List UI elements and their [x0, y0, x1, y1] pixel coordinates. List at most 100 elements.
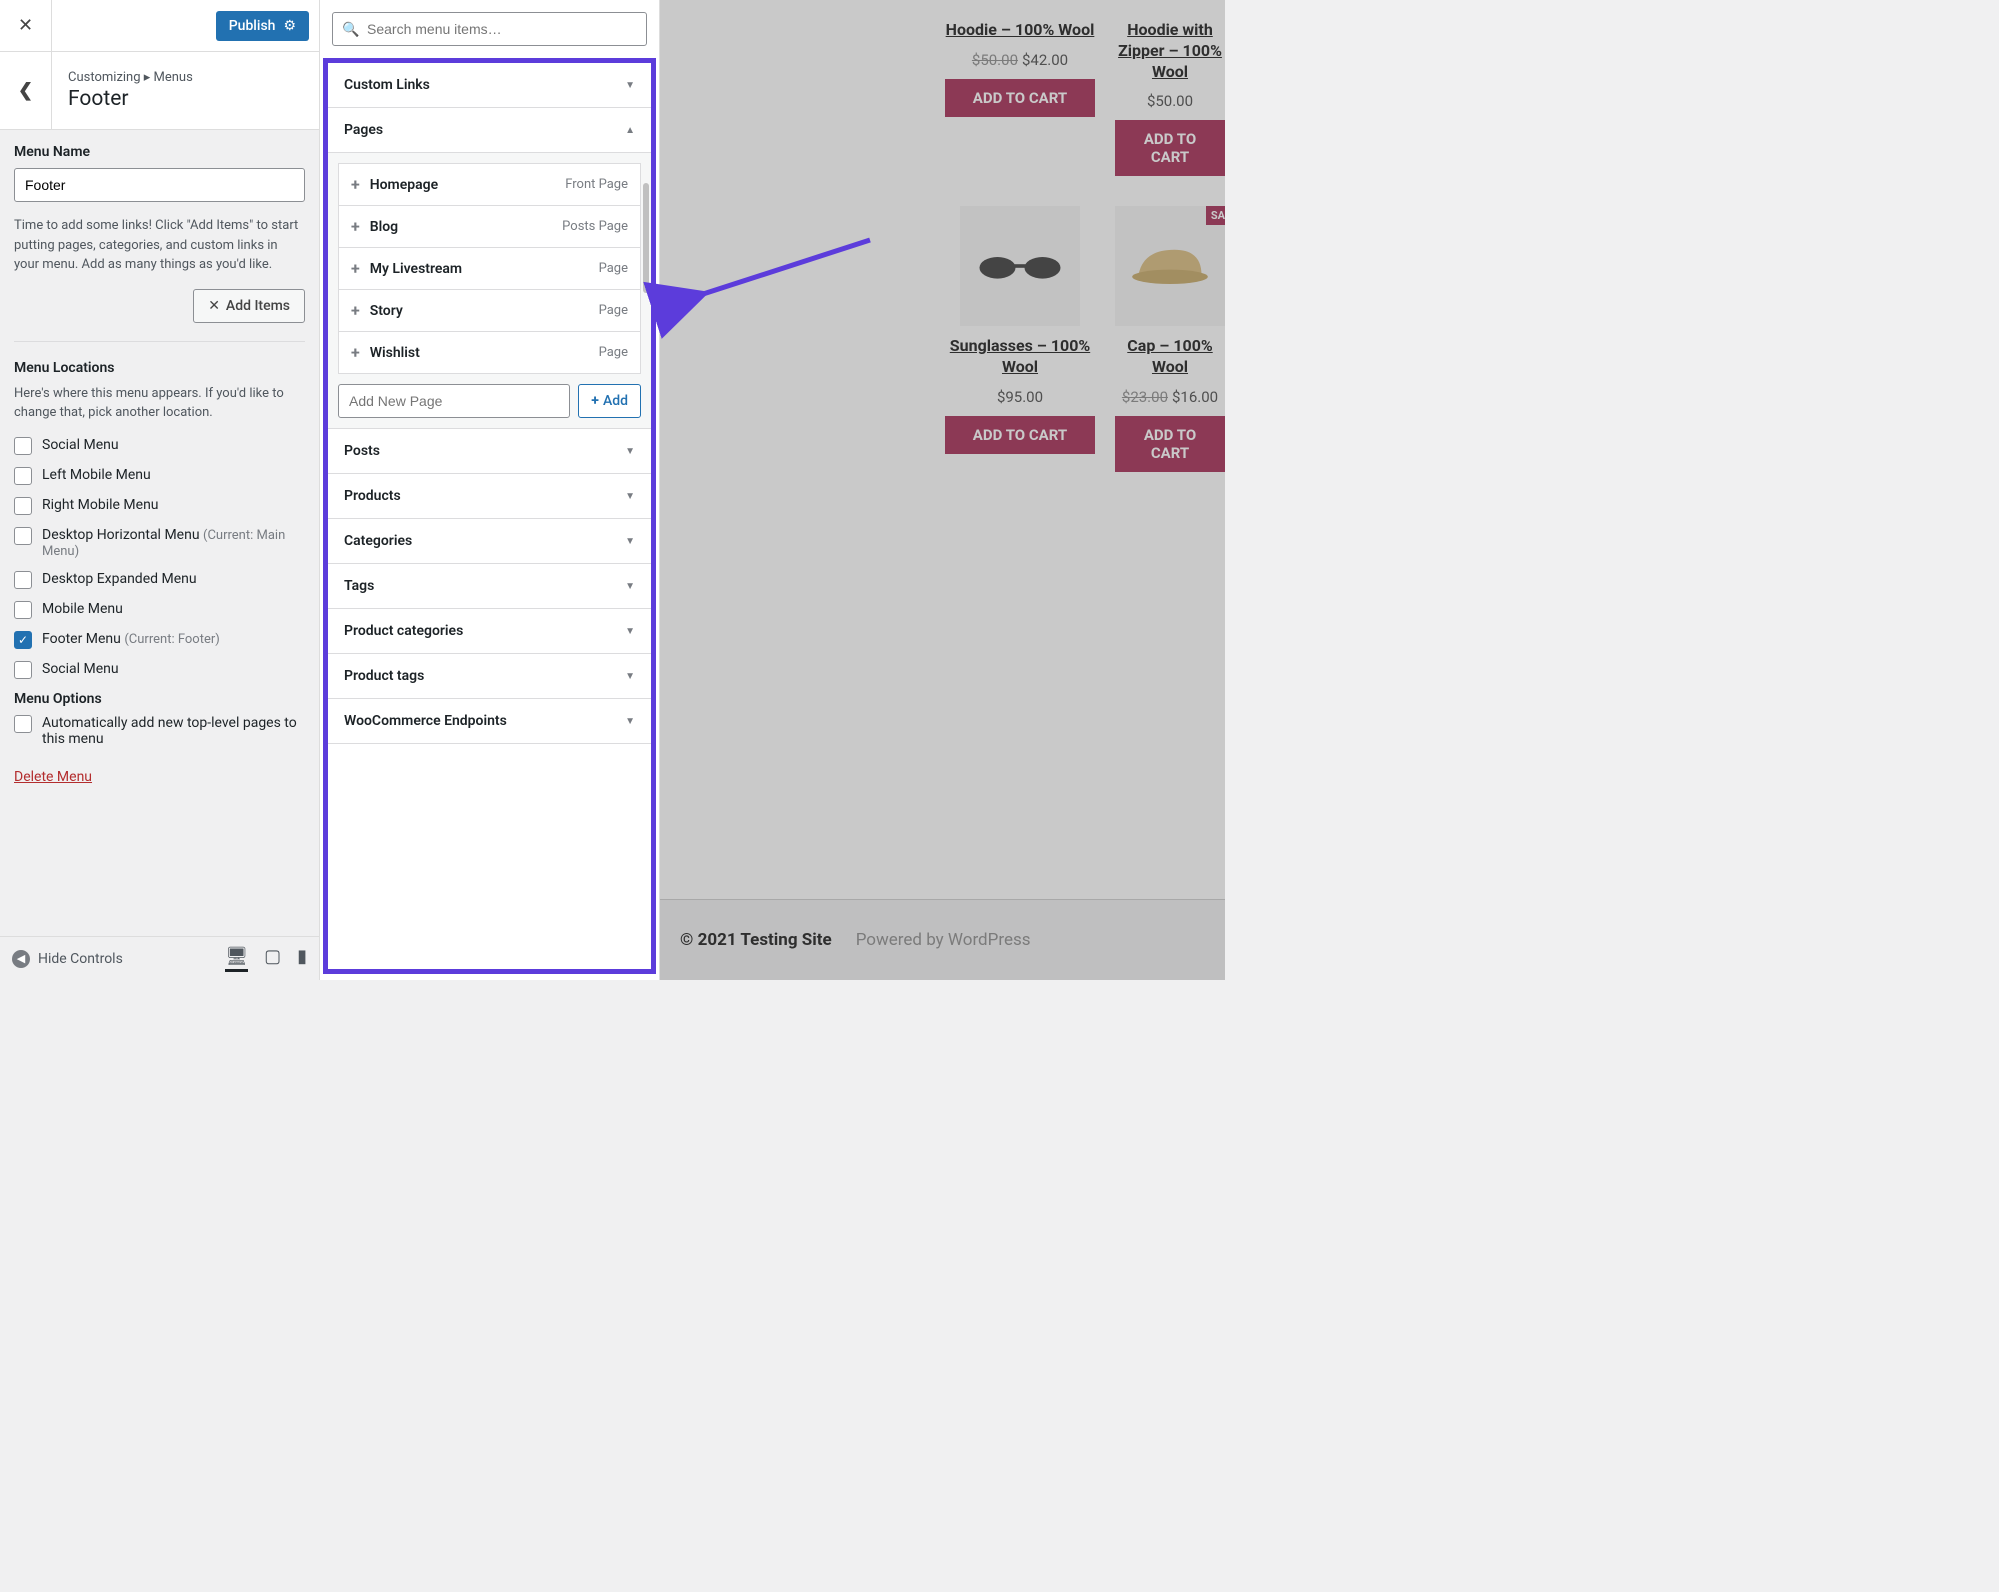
location-checkbox[interactable]: ✓ [14, 631, 32, 649]
location-row[interactable]: Right Mobile Menu [14, 497, 305, 515]
new-page-input[interactable] [338, 384, 570, 418]
location-checkbox[interactable] [14, 467, 32, 485]
add-to-cart-button[interactable]: ADD TO CART [945, 416, 1095, 454]
page-title: Footer [68, 87, 193, 111]
product-price: $50.00 [1147, 92, 1193, 110]
auto-add-row[interactable]: Automatically add new top-level pages to… [14, 715, 305, 747]
location-checkbox[interactable] [14, 527, 32, 545]
location-row[interactable]: Social Menu [14, 437, 305, 455]
menu-locations-desc: Here's where this menu appears. If you'd… [14, 384, 305, 423]
location-row[interactable]: Mobile Menu [14, 601, 305, 619]
plus-icon: + [351, 343, 360, 362]
sidebar-body: Menu Name Time to add some links! Click … [0, 130, 319, 936]
location-checkbox[interactable] [14, 661, 32, 679]
sidebar-header: ✕ Publish ⚙ [0, 0, 319, 52]
page-item-type: Front Page [565, 177, 628, 192]
location-row[interactable]: Social Menu [14, 661, 305, 679]
gear-icon: ⚙ [283, 18, 296, 34]
auto-add-checkbox[interactable] [14, 715, 32, 733]
copyright-text: © 2021 Testing Site [680, 930, 832, 950]
breadcrumb-row: ❮ Customizing ▸ Menus Footer [0, 52, 319, 130]
location-label: Left Mobile Menu [42, 467, 151, 483]
caret-down-icon: ▼ [625, 626, 635, 637]
location-checkbox[interactable] [14, 571, 32, 589]
plus-icon: + [351, 301, 360, 320]
powered-by-text: Powered by WordPress [856, 930, 1031, 950]
sale-badge: SA [1206, 206, 1225, 225]
help-text: Time to add some links! Click "Add Items… [14, 216, 305, 275]
location-note: (Current: Main Menu) [42, 528, 285, 559]
footer-controls: ◀ Hide Controls 🖥 ▢ ▮ [0, 936, 319, 980]
chevron-left-icon: ◀ [12, 950, 30, 968]
add-page-button[interactable]: + Add [578, 384, 641, 418]
location-row[interactable]: Desktop Horizontal Menu (Current: Main M… [14, 527, 305, 559]
product-price: $23.00$16.00 [1122, 388, 1218, 406]
page-item[interactable]: +HomepageFront Page [338, 163, 641, 205]
location-label: Desktop Horizontal Menu (Current: Main M… [42, 527, 305, 559]
page-item[interactable]: + Story Page [338, 289, 641, 331]
publish-label: Publish [229, 18, 276, 34]
location-label: Mobile Menu [42, 601, 123, 617]
search-icon: 🔍 [342, 22, 359, 38]
accordion-posts[interactable]: Posts▼ [328, 429, 651, 474]
accordion-categories[interactable]: Categories▼ [328, 519, 651, 564]
page-item[interactable]: +My LivestreamPage [338, 247, 641, 289]
menu-name-label: Menu Name [14, 144, 305, 160]
back-button[interactable]: ❮ [0, 52, 52, 130]
location-row[interactable]: ✓ Footer Menu (Current: Footer) [14, 631, 305, 649]
close-button[interactable]: ✕ [0, 0, 52, 52]
page-item-type: Page [599, 345, 628, 360]
site-footer: © 2021 Testing Site Powered by WordPress [660, 899, 1225, 980]
hide-controls-button[interactable]: ◀ Hide Controls [12, 950, 123, 968]
location-label: Right Mobile Menu [42, 497, 159, 513]
location-checkbox[interactable] [14, 437, 32, 455]
accordion-pages[interactable]: Pages▲ [328, 108, 651, 153]
caret-down-icon: ▼ [625, 491, 635, 502]
publish-button[interactable]: Publish ⚙ [216, 11, 309, 41]
product-title[interactable]: Hoodie with Zipper – 100% Wool [1115, 20, 1225, 82]
add-to-cart-button[interactable]: ADD TO CART [1115, 416, 1225, 472]
product-card: Hoodie – 100% Wool$50.00$42.00ADD TO CAR… [945, 20, 1095, 176]
accordion-product-tags[interactable]: Product tags▼ [328, 654, 651, 699]
accordion-product-categories[interactable]: Product categories▼ [328, 609, 651, 654]
menu-name-input[interactable] [14, 168, 305, 202]
product-image: SA [1115, 206, 1225, 326]
page-item-name: Story [370, 303, 403, 319]
product-title[interactable]: Cap – 100% Wool [1115, 336, 1225, 378]
page-item-type: Page [599, 303, 628, 318]
product-title[interactable]: Sunglasses – 100% Wool [945, 336, 1095, 378]
delete-menu-link[interactable]: Delete Menu [14, 769, 92, 785]
search-input[interactable] [332, 12, 647, 46]
accordion-products[interactable]: Products▼ [328, 474, 651, 519]
page-item-name: Wishlist [370, 345, 420, 361]
location-checkbox[interactable] [14, 497, 32, 515]
auto-add-label: Automatically add new top-level pages to… [42, 715, 305, 747]
item-types-box: Custom Links▼ Pages▲ +HomepageFront Page… [323, 58, 656, 974]
add-to-cart-button[interactable]: ADD TO CART [1115, 120, 1225, 176]
tablet-icon[interactable]: ▢ [264, 946, 281, 972]
page-item-type: Page [599, 261, 628, 276]
accordion-tags[interactable]: Tags▼ [328, 564, 651, 609]
caret-down-icon: ▼ [625, 716, 635, 727]
location-checkbox[interactable] [14, 601, 32, 619]
add-items-button[interactable]: ✕ Add Items [193, 289, 305, 323]
scrollbar[interactable] [643, 183, 649, 293]
plus-icon: + [351, 175, 360, 194]
product-card: Hoodie with Zipper – 100% Wool $50.00 ADD … [1115, 20, 1225, 176]
page-item-name: Blog [370, 219, 398, 235]
location-note: (Current: Footer) [124, 632, 219, 647]
location-row[interactable]: Left Mobile Menu [14, 467, 305, 485]
add-to-cart-button[interactable]: ADD TO CART [945, 79, 1095, 117]
page-item[interactable]: +BlogPosts Page [338, 205, 641, 247]
accordion-custom-links[interactable]: Custom Links▼ [328, 63, 651, 108]
plus-icon: ✕ [208, 298, 220, 314]
mobile-icon[interactable]: ▮ [297, 946, 307, 972]
product-title[interactable]: Hoodie – 100% Wool [946, 20, 1095, 41]
location-label: Footer Menu (Current: Footer) [42, 631, 220, 647]
page-item[interactable]: + Wishlist Page [338, 331, 641, 374]
plus-icon: + [351, 259, 360, 278]
cap-icon [1125, 236, 1215, 296]
location-row[interactable]: Desktop Expanded Menu [14, 571, 305, 589]
accordion-wc-endpoints[interactable]: WooCommerce Endpoints▼ [328, 699, 651, 744]
desktop-icon[interactable]: 🖥 [225, 946, 248, 972]
